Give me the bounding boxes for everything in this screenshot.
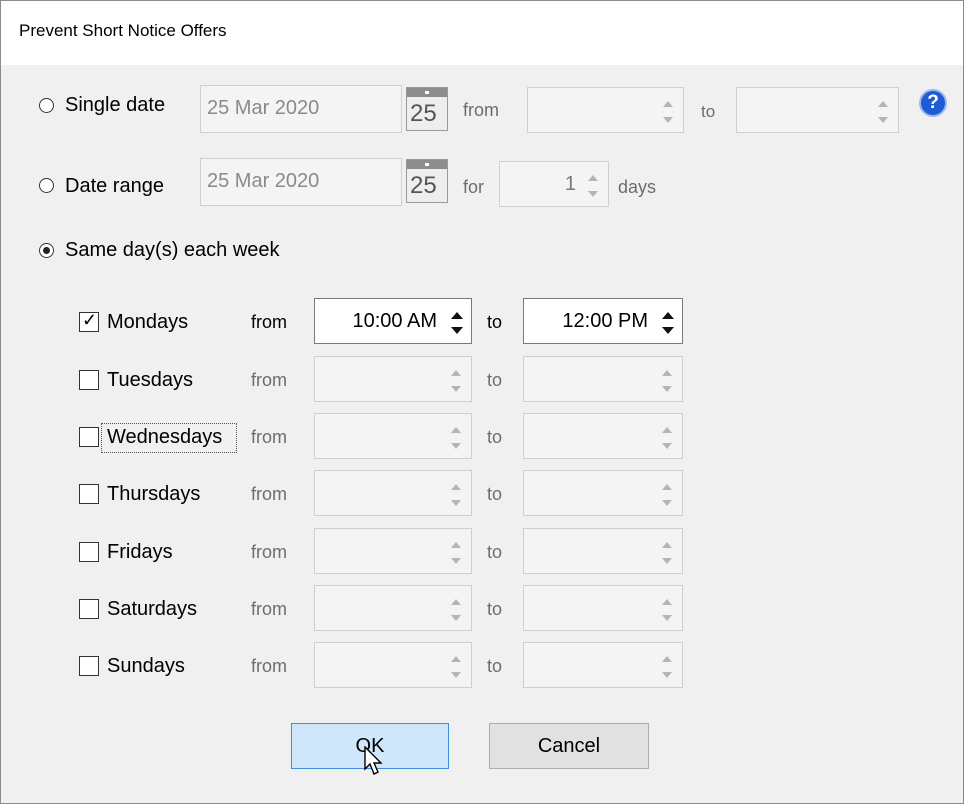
calendar-icon[interactable]: 25	[406, 159, 448, 203]
day-label[interactable]: Mondays	[107, 312, 188, 332]
day-from-time[interactable]	[314, 528, 472, 574]
day-to-time[interactable]	[523, 413, 683, 459]
dialog-title: Prevent Short Notice Offers	[19, 21, 227, 40]
day-label[interactable]: Saturdays	[107, 599, 197, 619]
day-to-label: to	[487, 599, 503, 619]
day-from-label: from	[251, 599, 287, 619]
day-from-time[interactable]	[314, 356, 472, 402]
day-label[interactable]: Fridays	[107, 542, 173, 562]
day-from-label: from	[251, 312, 287, 332]
day-from-label: from	[251, 542, 287, 562]
same-days-radio[interactable]	[39, 243, 54, 258]
day-from-label: from	[251, 656, 287, 676]
day-label[interactable]: Tuesdays	[107, 370, 193, 390]
single-date-from-label: from	[463, 100, 499, 120]
date-range-radio[interactable]	[39, 178, 54, 193]
day-checkbox[interactable]	[79, 542, 99, 562]
calendar-icon[interactable]: 25	[406, 87, 448, 131]
single-date-to-time[interactable]	[736, 87, 899, 133]
day-to-label: to	[487, 542, 503, 562]
single-date-radio[interactable]	[39, 98, 54, 113]
date-range-input[interactable]: 25 Mar 2020	[200, 158, 402, 206]
day-from-time[interactable]	[314, 642, 472, 688]
day-to-time[interactable]	[523, 528, 683, 574]
same-days-label[interactable]: Same day(s) each week	[65, 240, 280, 260]
day-checkbox[interactable]: ✓	[79, 310, 99, 332]
day-from-time[interactable]: 10:00 AM	[314, 298, 472, 344]
day-to-time[interactable]	[523, 356, 683, 402]
day-checkbox[interactable]	[79, 370, 99, 390]
cancel-button[interactable]: Cancel	[489, 723, 649, 769]
day-checkbox[interactable]	[79, 427, 99, 447]
day-from-label: from	[251, 484, 287, 504]
day-from-label: from	[251, 370, 287, 390]
day-to-label: to	[487, 484, 503, 504]
question-help-icon[interactable]: ?	[919, 89, 947, 117]
day-to-label: to	[487, 656, 503, 676]
single-date-to-label: to	[701, 102, 716, 121]
day-from-time[interactable]	[314, 413, 472, 459]
dialog-window: Prevent Short Notice Offers Single date …	[0, 0, 964, 804]
day-to-time[interactable]	[523, 470, 683, 516]
day-to-time[interactable]: 12:00 PM	[523, 298, 683, 344]
day-label[interactable]: Sundays	[107, 656, 185, 676]
mouse-cursor-icon	[364, 746, 383, 775]
day-label[interactable]: Thursdays	[107, 484, 200, 504]
day-to-label: to	[487, 370, 503, 390]
day-to-time[interactable]	[523, 585, 683, 631]
date-range-label[interactable]: Date range	[65, 176, 164, 196]
single-date-from-time[interactable]	[527, 87, 684, 133]
day-checkbox[interactable]	[79, 599, 99, 619]
single-date-input[interactable]: 25 Mar 2020	[200, 85, 402, 133]
single-date-label[interactable]: Single date	[65, 95, 165, 115]
day-checkbox[interactable]	[79, 656, 99, 676]
title-bar: Prevent Short Notice Offers	[1, 1, 963, 65]
days-stepper[interactable]: 1	[499, 161, 609, 207]
day-from-time[interactable]	[314, 585, 472, 631]
day-checkbox[interactable]	[79, 484, 99, 504]
day-to-time[interactable]	[523, 642, 683, 688]
day-to-label: to	[487, 427, 503, 447]
day-to-label: to	[487, 312, 503, 332]
date-range-for-label: for	[463, 177, 485, 197]
focus-rectangle	[101, 423, 237, 453]
day-from-time[interactable]	[314, 470, 472, 516]
days-label: days	[618, 177, 657, 197]
day-from-label: from	[251, 427, 287, 447]
